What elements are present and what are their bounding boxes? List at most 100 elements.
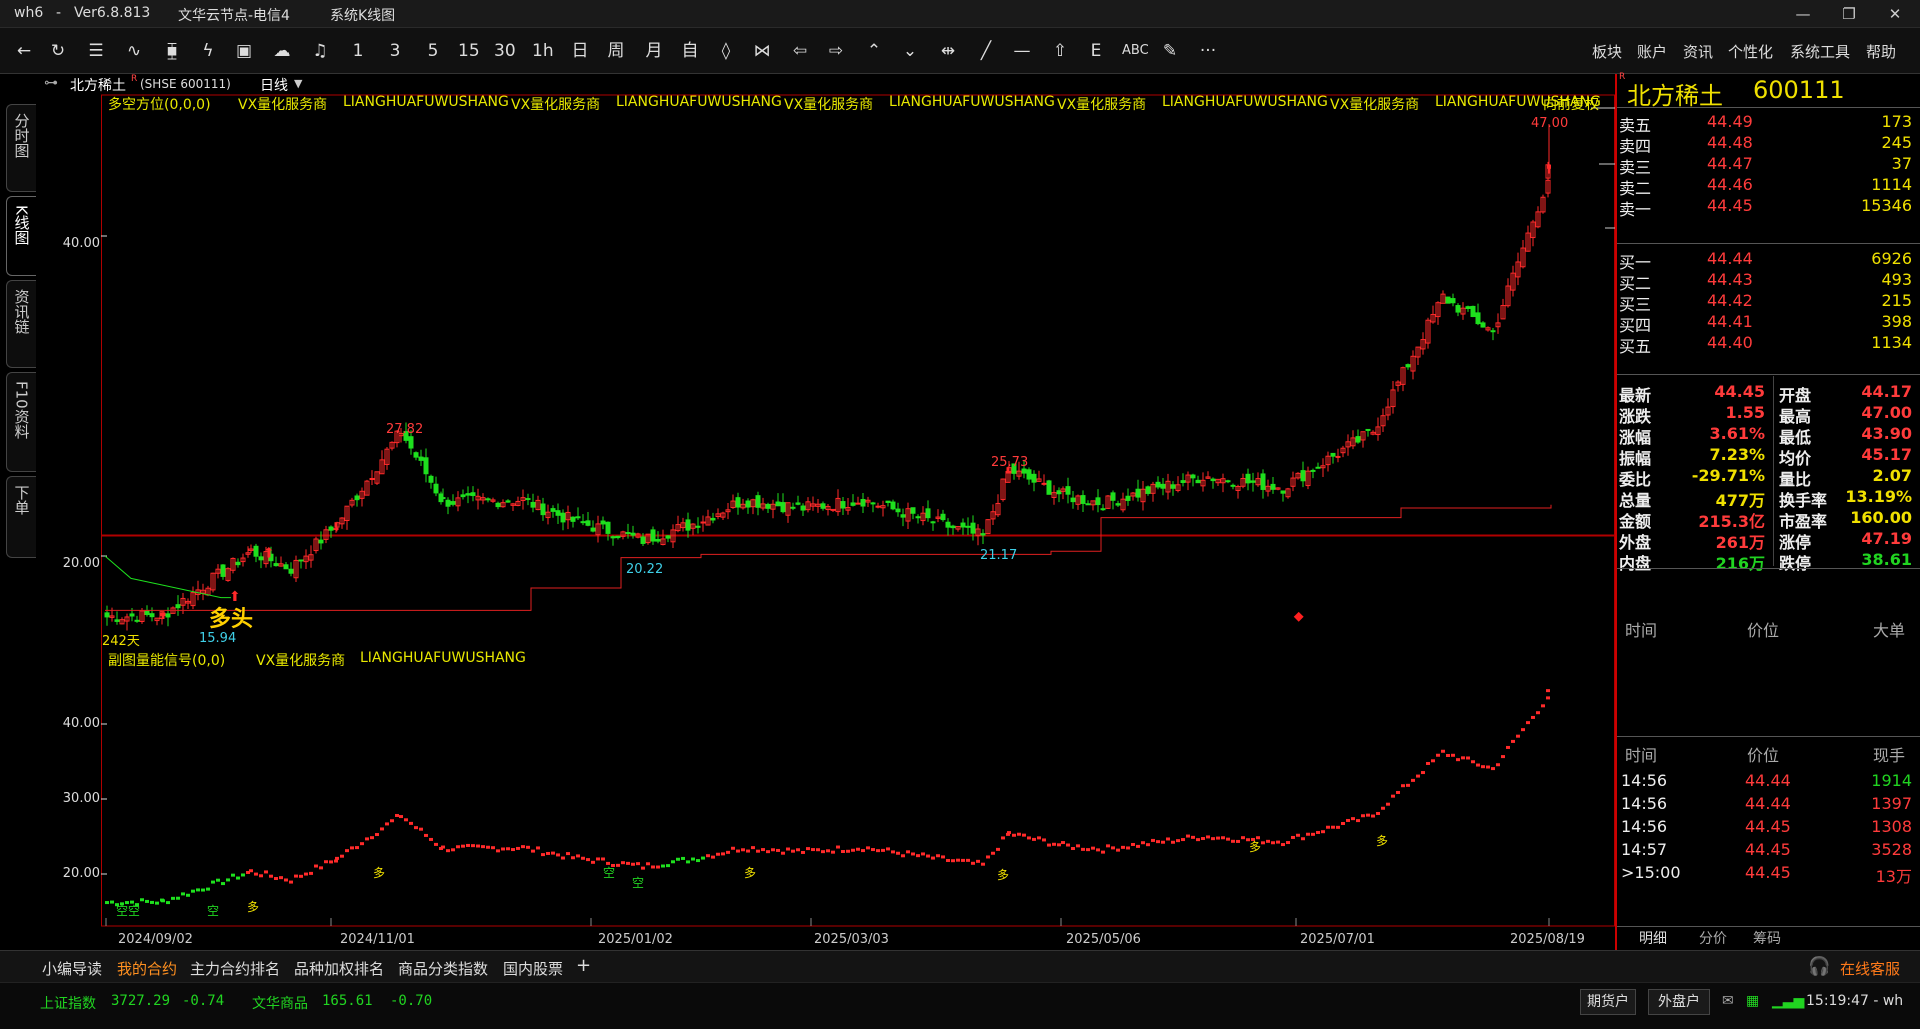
crosshair-icon[interactable]: ⇹ bbox=[938, 40, 958, 62]
text-icon[interactable]: Ε bbox=[1086, 40, 1106, 62]
sub-bar bbox=[161, 899, 165, 903]
screen-icon[interactable]: ▣ bbox=[234, 40, 254, 62]
right-icon[interactable]: ⇨ bbox=[826, 40, 846, 62]
period-month[interactable]: 月 bbox=[644, 40, 664, 62]
menu-help[interactable]: 帮助 bbox=[1866, 41, 1896, 62]
tick-time: 14:56 bbox=[1621, 817, 1668, 836]
home-icon[interactable]: ⇧ bbox=[1050, 40, 1070, 62]
tab-editor-guide[interactable]: 小编导读 bbox=[42, 958, 102, 979]
tick-row[interactable]: >15:00 44.45 13万 bbox=[1617, 860, 1920, 886]
tab-my-contracts[interactable]: 我的合约 bbox=[117, 958, 177, 979]
up-icon[interactable]: ⌃ bbox=[864, 40, 884, 62]
chevron-down-icon[interactable]: ▼ bbox=[294, 77, 302, 90]
candle-icon[interactable]: ⧯ bbox=[162, 40, 182, 62]
sub-bar bbox=[1121, 845, 1125, 849]
period-15[interactable]: 15 bbox=[458, 40, 480, 62]
tab-f10-label: F10资料 bbox=[12, 381, 31, 439]
close-icon[interactable]: ✕ bbox=[1880, 3, 1910, 25]
sub-bar bbox=[309, 871, 313, 875]
symbol-name[interactable]: 北方稀土 bbox=[70, 75, 126, 95]
tab-kline[interactable]: K线图 bbox=[6, 196, 36, 276]
sub-bar bbox=[901, 854, 905, 858]
bid-row[interactable]: 买五 44.40 1134 bbox=[1617, 330, 1920, 356]
kline-svg[interactable]: ⬆⬆ bbox=[101, 94, 1615, 927]
candle-body bbox=[555, 510, 561, 516]
tab-chips[interactable]: 筹码 bbox=[1753, 928, 1781, 948]
tab-weighted-rank[interactable]: 品种加权排名 bbox=[294, 958, 384, 979]
candle-body bbox=[1170, 484, 1176, 489]
tab-order[interactable]: 下单 bbox=[6, 476, 36, 558]
sub-bar bbox=[166, 901, 170, 905]
collapse-icon[interactable]: ⊶ bbox=[44, 75, 58, 91]
draw-line-icon[interactable]: ╱ bbox=[976, 40, 996, 62]
status-bar: 上证指数 3727.29 -0.74 文华商品 165.61 -0.70 期货户… bbox=[0, 982, 1920, 1029]
minimize-icon[interactable]: — bbox=[1788, 3, 1818, 25]
hline-icon[interactable]: — bbox=[1012, 40, 1032, 62]
tab-domestic-stocks[interactable]: 国内股票 bbox=[503, 958, 563, 979]
more-icon[interactable]: ··· bbox=[1198, 40, 1218, 62]
menu-personalize[interactable]: 个性化 bbox=[1728, 41, 1773, 62]
cloud-icon[interactable]: ☁ bbox=[272, 40, 292, 62]
headset-icon[interactable]: 🎧 bbox=[1808, 956, 1830, 977]
left-icon[interactable]: ⇦ bbox=[790, 40, 810, 62]
bell-icon[interactable]: ♫ bbox=[310, 40, 330, 62]
period-1[interactable]: 1 bbox=[348, 40, 368, 62]
ask-row[interactable]: 卖一 44.45 15346 bbox=[1617, 193, 1920, 219]
pen-icon[interactable]: ✎ bbox=[1160, 40, 1180, 62]
candle-body bbox=[418, 456, 424, 461]
tab-info-chain-label: 资讯链 bbox=[12, 289, 31, 334]
flash-icon[interactable]: ϟ bbox=[198, 40, 218, 62]
zoom-in-icon[interactable]: ◊ bbox=[716, 40, 736, 62]
period-5[interactable]: 5 bbox=[423, 40, 443, 62]
line-chart-icon[interactable]: ∿ bbox=[124, 40, 144, 62]
candle-body bbox=[875, 505, 881, 508]
period-select[interactable]: 日线 bbox=[260, 75, 288, 95]
tab-timeshare[interactable]: 分时图 bbox=[6, 104, 36, 192]
message-icon[interactable]: ✉ bbox=[1722, 993, 1734, 1009]
period-custom[interactable]: 自 bbox=[680, 40, 700, 62]
menu-account[interactable]: 账户 bbox=[1637, 41, 1667, 62]
candle-body bbox=[1310, 469, 1316, 472]
grid-icon[interactable]: ▦ bbox=[1746, 993, 1759, 1009]
futures-account-button[interactable]: 期货户 bbox=[1580, 989, 1636, 1015]
foreign-account-button[interactable]: 外盘户 bbox=[1648, 989, 1710, 1015]
menu-sector[interactable]: 板块 bbox=[1592, 41, 1622, 62]
back-icon[interactable]: ← bbox=[14, 40, 34, 62]
sub-bar bbox=[1001, 836, 1005, 840]
refresh-icon[interactable]: ↻ bbox=[48, 40, 68, 62]
period-30[interactable]: 30 bbox=[494, 40, 516, 62]
sub-bar bbox=[801, 850, 805, 854]
menu-system-tools[interactable]: 系统工具 bbox=[1790, 41, 1850, 62]
period-1h[interactable]: 1h bbox=[532, 40, 554, 62]
sub-bar bbox=[1201, 837, 1205, 841]
add-tab-icon[interactable]: + bbox=[576, 955, 591, 976]
period-week[interactable]: 周 bbox=[606, 40, 626, 62]
menu-news[interactable]: 资讯 bbox=[1683, 41, 1713, 62]
candle-body bbox=[895, 508, 901, 513]
bid-price: 44.42 bbox=[1707, 291, 1753, 310]
tab-category-index[interactable]: 商品分类指数 bbox=[398, 958, 488, 979]
zoom-out-icon[interactable]: ⋈ bbox=[752, 40, 772, 62]
stat-row[interactable]: 内盘 216万 跌停 38.61 bbox=[1617, 547, 1920, 573]
tab-main-contract-rank[interactable]: 主力合约排名 bbox=[190, 958, 280, 979]
sub-bar bbox=[1451, 753, 1455, 757]
adjust-mode[interactable]: 向前复权 bbox=[1543, 94, 1599, 114]
tab-price-dist[interactable]: 分价 bbox=[1699, 928, 1727, 948]
tab-info-chain[interactable]: 资讯链 bbox=[6, 280, 36, 368]
sub-indicator-name[interactable]: 副图量能信号(0,0) bbox=[108, 650, 225, 670]
maximize-icon[interactable]: ❐ bbox=[1834, 3, 1864, 25]
sub-bar bbox=[171, 896, 175, 900]
list-icon[interactable]: ☰ bbox=[86, 40, 106, 62]
tab-f10[interactable]: F10资料 bbox=[6, 372, 36, 472]
period-day[interactable]: 日 bbox=[570, 40, 590, 62]
sub-bar bbox=[751, 846, 755, 850]
divider bbox=[1617, 107, 1920, 108]
down-icon[interactable]: ⌄ bbox=[900, 40, 920, 62]
abc-icon[interactable]: ABC bbox=[1122, 40, 1149, 62]
candle-body bbox=[220, 564, 226, 577]
chart-area[interactable]: ⬆ ⬆ bbox=[101, 94, 1615, 927]
main-indicator-name[interactable]: 多空方位(0,0,0) bbox=[108, 94, 211, 114]
period-3[interactable]: 3 bbox=[385, 40, 405, 62]
online-service[interactable]: 在线客服 bbox=[1840, 958, 1900, 979]
tab-detail[interactable]: 明细 bbox=[1639, 928, 1667, 948]
